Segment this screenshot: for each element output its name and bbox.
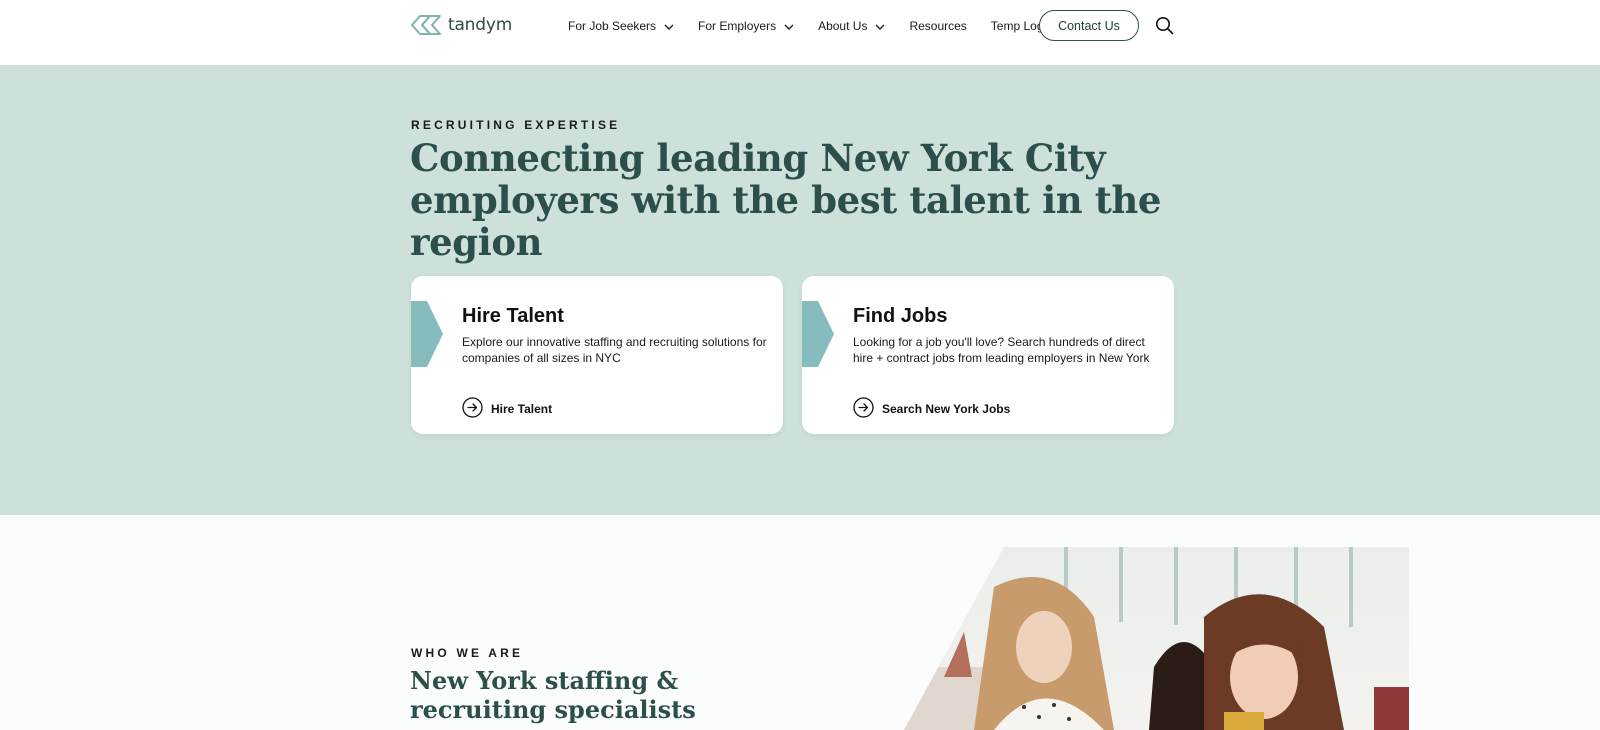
main-nav: For Job Seekers For Employers About Us R… [568, 0, 1077, 52]
who-we-are-title: New York staffing & recruiting specialis… [410, 666, 696, 724]
chevron-accent-icon [802, 301, 834, 367]
nav-label: Resources [909, 19, 967, 33]
tandym-logo-icon [411, 15, 441, 35]
contact-us-button[interactable]: Contact Us [1039, 10, 1139, 41]
nav-item-for-employers[interactable]: For Employers [698, 19, 794, 33]
search-new-york-jobs-link[interactable]: Search New York Jobs [853, 397, 1010, 421]
hire-talent-link[interactable]: Hire Talent [462, 397, 552, 421]
find-jobs-card[interactable]: Find Jobs Looking for a job you'll love?… [802, 276, 1174, 434]
arrow-circle-icon [853, 397, 874, 421]
nav-label: For Employers [698, 19, 777, 33]
nav-label: About Us [818, 19, 868, 33]
nav-item-for-job-seekers[interactable]: For Job Seekers [568, 19, 674, 33]
site-header: tandym For Job Seekers For Employers Abo… [0, 0, 1600, 65]
nav-label: For Job Seekers [568, 19, 657, 33]
card-link-label: Search New York Jobs [882, 402, 1011, 416]
team-photo [904, 547, 1409, 730]
card-link-label: Hire Talent [491, 402, 553, 416]
hero-section: RECRUITING EXPERTISE Connecting leading … [0, 65, 1600, 515]
search-icon[interactable] [1155, 16, 1174, 40]
logo-text: tandym [448, 15, 513, 35]
nav-item-about-us[interactable]: About Us [818, 19, 885, 33]
hero-title: Connecting leading New York City employe… [410, 136, 1162, 264]
nav-item-resources[interactable]: Resources [909, 19, 966, 33]
card-title: Hire Talent [462, 305, 564, 327]
card-description: Explore our innovative staffing and recr… [462, 335, 767, 365]
chevron-down-icon [875, 19, 885, 33]
chevron-accent-icon [411, 301, 443, 367]
who-we-are-eyebrow: WHO WE ARE [411, 646, 524, 660]
chevron-down-icon [664, 19, 674, 33]
chevron-down-icon [784, 19, 794, 33]
tandym-logo[interactable]: tandym [410, 13, 512, 37]
card-title: Find Jobs [853, 305, 948, 327]
card-description: Looking for a job you'll love? Search hu… [853, 335, 1150, 365]
arrow-circle-icon [462, 397, 483, 421]
hire-talent-card[interactable]: Hire Talent Explore our innovative staff… [411, 276, 783, 434]
hero-eyebrow: RECRUITING EXPERTISE [411, 118, 621, 132]
